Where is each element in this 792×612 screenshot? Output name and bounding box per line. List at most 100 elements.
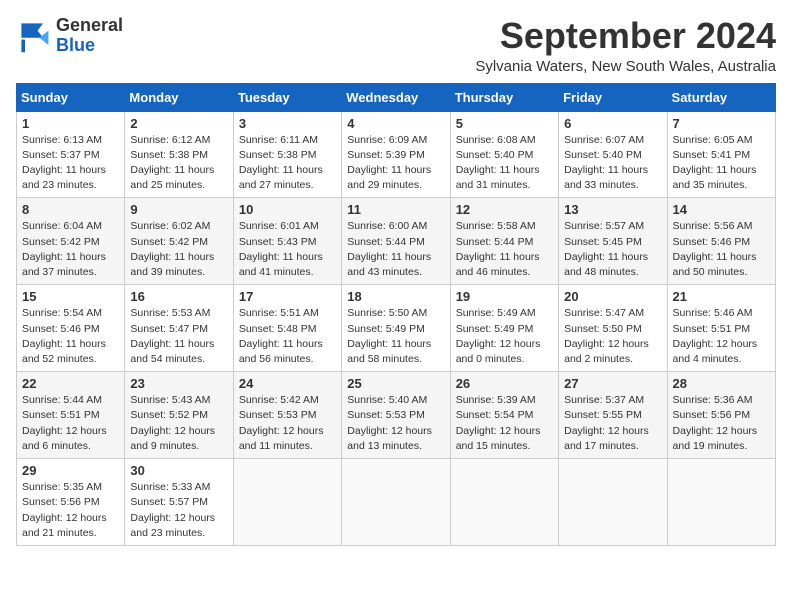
calendar-cell: 5 Sunrise: 6:08 AMSunset: 5:40 PMDaylight… xyxy=(450,111,558,198)
day-info: Sunrise: 6:02 AMSunset: 5:42 PMDaylight:… xyxy=(130,219,227,280)
day-number: 18 xyxy=(347,289,444,304)
day-number: 8 xyxy=(22,202,119,217)
day-number: 21 xyxy=(673,289,770,304)
calendar-cell: 26 Sunrise: 5:39 AMSunset: 5:54 PMDayligh… xyxy=(450,372,558,459)
calendar-cell: 2 Sunrise: 6:12 AMSunset: 5:38 PMDaylight… xyxy=(125,111,233,198)
day-info: Sunrise: 5:36 AMSunset: 5:56 PMDaylight:… xyxy=(673,393,770,454)
day-info: Sunrise: 6:04 AMSunset: 5:42 PMDaylight:… xyxy=(22,219,119,280)
day-info: Sunrise: 5:57 AMSunset: 5:45 PMDaylight:… xyxy=(564,219,661,280)
col-header-thursday: Thursday xyxy=(450,83,558,111)
day-info: Sunrise: 5:46 AMSunset: 5:51 PMDaylight:… xyxy=(673,306,770,367)
calendar-cell: 25 Sunrise: 5:40 AMSunset: 5:53 PMDayligh… xyxy=(342,372,450,459)
day-number: 14 xyxy=(673,202,770,217)
location-subtitle: Sylvania Waters, New South Wales, Austra… xyxy=(475,58,776,75)
col-header-sunday: Sunday xyxy=(17,83,125,111)
calendar-cell xyxy=(450,459,558,546)
page-header: General Blue September 2024 Sylvania Wat… xyxy=(16,16,776,75)
day-info: Sunrise: 5:42 AMSunset: 5:53 PMDaylight:… xyxy=(239,393,336,454)
day-number: 1 xyxy=(22,116,119,131)
day-number: 17 xyxy=(239,289,336,304)
day-number: 13 xyxy=(564,202,661,217)
calendar-cell: 7 Sunrise: 6:05 AMSunset: 5:41 PMDaylight… xyxy=(667,111,775,198)
calendar-cell: 8 Sunrise: 6:04 AMSunset: 5:42 PMDaylight… xyxy=(17,198,125,285)
day-info: Sunrise: 5:50 AMSunset: 5:49 PMDaylight:… xyxy=(347,306,444,367)
calendar-table: SundayMondayTuesdayWednesdayThursdayFrid… xyxy=(16,83,776,546)
day-info: Sunrise: 6:07 AMSunset: 5:40 PMDaylight:… xyxy=(564,133,661,194)
day-info: Sunrise: 5:40 AMSunset: 5:53 PMDaylight:… xyxy=(347,393,444,454)
day-number: 10 xyxy=(239,202,336,217)
day-info: Sunrise: 6:01 AMSunset: 5:43 PMDaylight:… xyxy=(239,219,336,280)
day-number: 16 xyxy=(130,289,227,304)
calendar-cell: 27 Sunrise: 5:37 AMSunset: 5:55 PMDayligh… xyxy=(559,372,667,459)
calendar-cell: 18 Sunrise: 5:50 AMSunset: 5:49 PMDayligh… xyxy=(342,285,450,372)
logo-general: General xyxy=(56,15,123,35)
calendar-cell: 1 Sunrise: 6:13 AMSunset: 5:37 PMDaylight… xyxy=(17,111,125,198)
day-number: 15 xyxy=(22,289,119,304)
day-number: 30 xyxy=(130,463,227,478)
calendar-cell: 29Sunrise: 5:35 AMSunset: 5:56 PMDayligh… xyxy=(17,459,125,546)
calendar-cell xyxy=(559,459,667,546)
day-info: Sunrise: 5:37 AMSunset: 5:55 PMDaylight:… xyxy=(564,393,661,454)
day-info: Sunrise: 6:12 AMSunset: 5:38 PMDaylight:… xyxy=(130,133,227,194)
calendar-cell: 16 Sunrise: 5:53 AMSunset: 5:47 PMDayligh… xyxy=(125,285,233,372)
col-header-wednesday: Wednesday xyxy=(342,83,450,111)
day-number: 7 xyxy=(673,116,770,131)
logo-icon xyxy=(16,18,52,54)
calendar-cell: 10 Sunrise: 6:01 AMSunset: 5:43 PMDayligh… xyxy=(233,198,341,285)
calendar-cell: 22Sunrise: 5:44 AMSunset: 5:51 PMDayligh… xyxy=(17,372,125,459)
calendar-cell: 6 Sunrise: 6:07 AMSunset: 5:40 PMDaylight… xyxy=(559,111,667,198)
day-info: Sunrise: 5:53 AMSunset: 5:47 PMDaylight:… xyxy=(130,306,227,367)
col-header-saturday: Saturday xyxy=(667,83,775,111)
calendar-cell: 28 Sunrise: 5:36 AMSunset: 5:56 PMDayligh… xyxy=(667,372,775,459)
day-number: 12 xyxy=(456,202,553,217)
day-number: 28 xyxy=(673,376,770,391)
day-number: 29 xyxy=(22,463,119,478)
day-info: Sunrise: 5:58 AMSunset: 5:44 PMDaylight:… xyxy=(456,219,553,280)
calendar-cell: 13 Sunrise: 5:57 AMSunset: 5:45 PMDayligh… xyxy=(559,198,667,285)
day-number: 25 xyxy=(347,376,444,391)
col-header-friday: Friday xyxy=(559,83,667,111)
title-block: September 2024 Sylvania Waters, New Sout… xyxy=(475,16,776,75)
day-number: 5 xyxy=(456,116,553,131)
calendar-cell: 3 Sunrise: 6:11 AMSunset: 5:38 PMDaylight… xyxy=(233,111,341,198)
day-number: 26 xyxy=(456,376,553,391)
day-number: 6 xyxy=(564,116,661,131)
day-info: Sunrise: 6:09 AMSunset: 5:39 PMDaylight:… xyxy=(347,133,444,194)
day-number: 19 xyxy=(456,289,553,304)
calendar-cell: 30Sunrise: 5:33 AMSunset: 5:57 PMDayligh… xyxy=(125,459,233,546)
day-info: Sunrise: 6:13 AMSunset: 5:37 PMDaylight:… xyxy=(22,133,119,194)
day-number: 23 xyxy=(130,376,227,391)
col-header-monday: Monday xyxy=(125,83,233,111)
calendar-cell xyxy=(233,459,341,546)
day-info: Sunrise: 5:49 AMSunset: 5:49 PMDaylight:… xyxy=(456,306,553,367)
calendar-cell: 19 Sunrise: 5:49 AMSunset: 5:49 PMDayligh… xyxy=(450,285,558,372)
calendar-cell: 20Sunrise: 5:47 AMSunset: 5:50 PMDayligh… xyxy=(559,285,667,372)
calendar-cell: 24 Sunrise: 5:42 AMSunset: 5:53 PMDayligh… xyxy=(233,372,341,459)
calendar-cell: 9 Sunrise: 6:02 AMSunset: 5:42 PMDaylight… xyxy=(125,198,233,285)
day-info: Sunrise: 6:05 AMSunset: 5:41 PMDaylight:… xyxy=(673,133,770,194)
calendar-cell: 23 Sunrise: 5:43 AMSunset: 5:52 PMDayligh… xyxy=(125,372,233,459)
day-number: 24 xyxy=(239,376,336,391)
day-number: 2 xyxy=(130,116,227,131)
day-info: Sunrise: 6:08 AMSunset: 5:40 PMDaylight:… xyxy=(456,133,553,194)
calendar-cell: 14Sunrise: 5:56 AMSunset: 5:46 PMDayligh… xyxy=(667,198,775,285)
calendar-cell: 15Sunrise: 5:54 AMSunset: 5:46 PMDayligh… xyxy=(17,285,125,372)
day-info: Sunrise: 6:00 AMSunset: 5:44 PMDaylight:… xyxy=(347,219,444,280)
day-info: Sunrise: 5:47 AMSunset: 5:50 PMDaylight:… xyxy=(564,306,661,367)
day-info: Sunrise: 5:43 AMSunset: 5:52 PMDaylight:… xyxy=(130,393,227,454)
day-number: 3 xyxy=(239,116,336,131)
calendar-cell: 17Sunrise: 5:51 AMSunset: 5:48 PMDayligh… xyxy=(233,285,341,372)
day-number: 9 xyxy=(130,202,227,217)
logo-blue: Blue xyxy=(56,35,95,55)
day-number: 27 xyxy=(564,376,661,391)
day-info: Sunrise: 5:39 AMSunset: 5:54 PMDaylight:… xyxy=(456,393,553,454)
calendar-cell xyxy=(667,459,775,546)
month-title: September 2024 xyxy=(475,16,776,56)
logo: General Blue xyxy=(16,16,123,56)
day-info: Sunrise: 6:11 AMSunset: 5:38 PMDaylight:… xyxy=(239,133,336,194)
calendar-cell: 21 Sunrise: 5:46 AMSunset: 5:51 PMDayligh… xyxy=(667,285,775,372)
day-info: Sunrise: 5:44 AMSunset: 5:51 PMDaylight:… xyxy=(22,393,119,454)
calendar-cell: 11Sunrise: 6:00 AMSunset: 5:44 PMDayligh… xyxy=(342,198,450,285)
calendar-cell: 4 Sunrise: 6:09 AMSunset: 5:39 PMDaylight… xyxy=(342,111,450,198)
day-number: 4 xyxy=(347,116,444,131)
